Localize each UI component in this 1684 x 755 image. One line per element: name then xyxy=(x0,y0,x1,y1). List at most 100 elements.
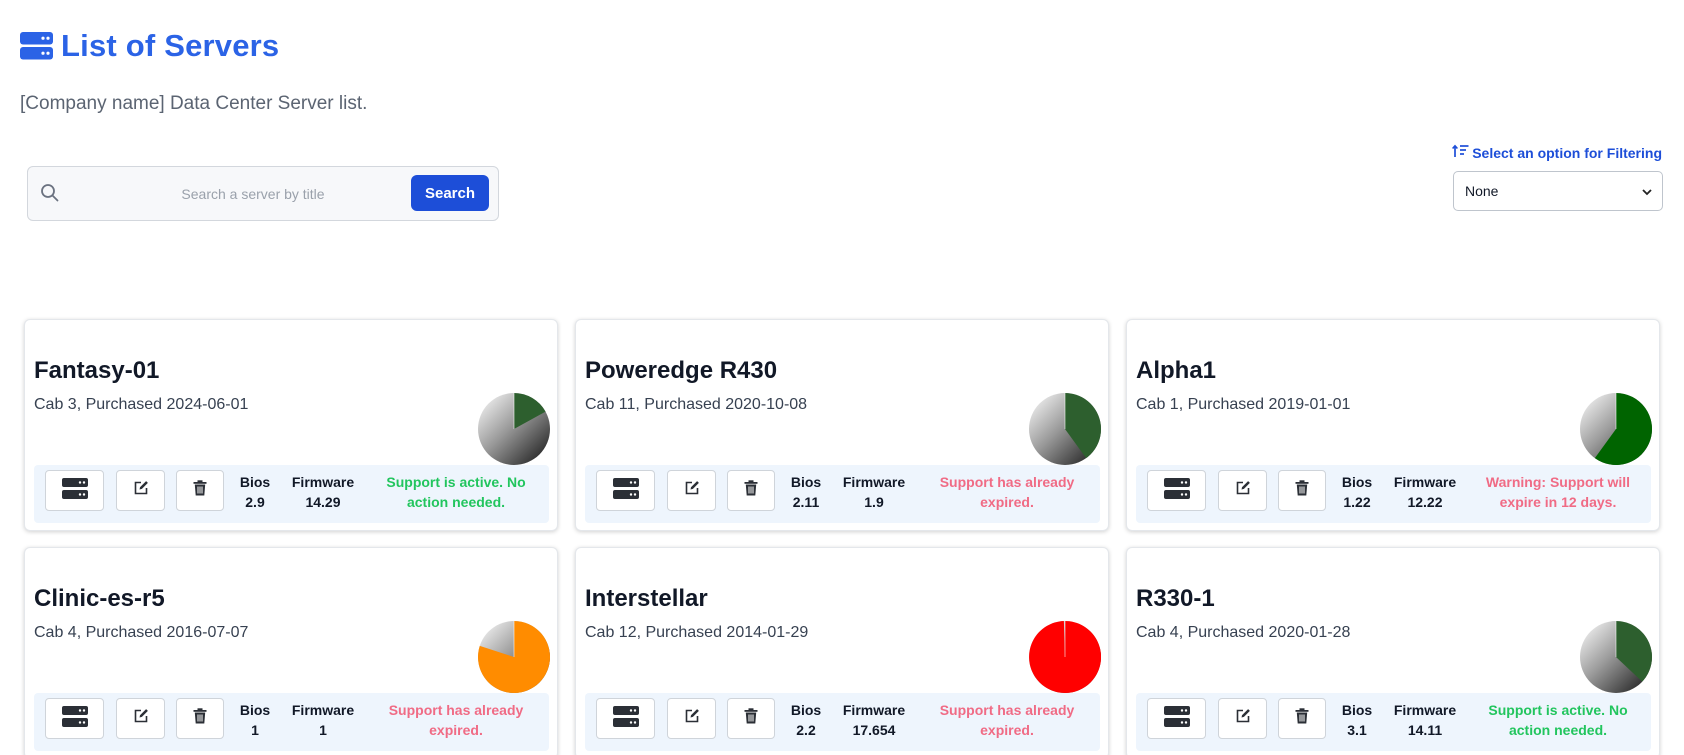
sort-filter-icon xyxy=(1452,144,1469,161)
firmware-label: Firmware xyxy=(842,474,906,490)
bios-info: Bios 1 xyxy=(237,700,273,740)
server-title: Clinic-es-r5 xyxy=(34,585,165,612)
card-footer: Bios 2.9 Firmware 14.29 Support is active. N… xyxy=(34,465,549,523)
bios-value: 2.2 xyxy=(796,722,816,738)
search-input[interactable] xyxy=(74,177,432,211)
support-status: Warning: Support will expire in 12 days. xyxy=(1485,474,1631,510)
bios-info: Bios 3.1 xyxy=(1339,700,1375,740)
support-status: Support has already expired. xyxy=(939,702,1075,738)
server-stack-icon xyxy=(20,32,53,60)
bios-info: Bios 2.2 xyxy=(788,700,824,740)
server-icon xyxy=(61,477,88,504)
firmware-label: Firmware xyxy=(842,702,906,718)
firmware-label: Firmware xyxy=(291,702,355,718)
trash-icon xyxy=(1295,708,1309,729)
edit-icon xyxy=(133,480,149,501)
server-details-button[interactable] xyxy=(1147,470,1206,511)
bios-info: Bios 1.22 xyxy=(1339,472,1375,512)
trash-icon xyxy=(744,708,758,729)
server-title: Fantasy-01 xyxy=(34,357,160,384)
delete-button[interactable] xyxy=(176,470,224,511)
edit-icon xyxy=(133,708,149,729)
firmware-info: Firmware 1 xyxy=(286,700,360,740)
trash-icon xyxy=(193,480,207,501)
server-card: R330-1 Cab 4, Purchased 2020-01-28 Bios 3.1… xyxy=(1126,547,1660,755)
edit-icon xyxy=(684,708,700,729)
page-title: List of Servers xyxy=(61,28,280,63)
server-location: Cab 3, Purchased 2024-06-01 xyxy=(34,396,249,413)
firmware-label: Firmware xyxy=(291,474,355,490)
edit-button[interactable] xyxy=(1218,698,1267,739)
firmware-value: 17.654 xyxy=(852,722,896,738)
delete-button[interactable] xyxy=(727,470,775,511)
delete-button[interactable] xyxy=(1278,470,1326,511)
server-details-button[interactable] xyxy=(1147,698,1206,739)
trash-icon xyxy=(1295,480,1309,501)
filter-label-text: Select an option for Filtering xyxy=(1472,144,1662,161)
server-details-button[interactable] xyxy=(45,698,104,739)
edit-button[interactable] xyxy=(116,470,165,511)
firmware-value: 12.22 xyxy=(1407,494,1443,510)
bios-label: Bios xyxy=(1341,702,1373,718)
server-icon xyxy=(1163,705,1190,732)
server-card: Interstellar Cab 12, Purchased 2014-01-29… xyxy=(575,547,1109,755)
support-pie-icon xyxy=(478,393,550,465)
server-details-button[interactable] xyxy=(596,470,655,511)
firmware-value: 1.9 xyxy=(864,494,884,510)
card-footer: Bios 1 Firmware 1 Support has already expire… xyxy=(34,693,549,751)
server-card: Poweredge R430 Cab 11, Purchased 2020-10-… xyxy=(575,319,1109,531)
server-icon xyxy=(612,705,639,732)
bios-info: Bios 2.11 xyxy=(788,472,824,512)
filter-select[interactable]: None xyxy=(1453,171,1663,211)
edit-button[interactable] xyxy=(667,698,716,739)
bios-value: 3.1 xyxy=(1347,722,1367,738)
edit-icon xyxy=(1235,480,1251,501)
bios-value: 2.9 xyxy=(245,494,265,510)
edit-icon xyxy=(684,480,700,501)
server-title: Alpha1 xyxy=(1136,357,1217,384)
server-location: Cab 1, Purchased 2019-01-01 xyxy=(1136,396,1351,413)
bios-label: Bios xyxy=(239,702,271,718)
support-status: Support has already expired. xyxy=(939,474,1075,510)
bios-label: Bios xyxy=(1341,474,1373,490)
server-title: Interstellar xyxy=(585,585,708,612)
server-details-button[interactable] xyxy=(45,470,104,511)
trash-icon xyxy=(744,480,758,501)
support-pie-icon xyxy=(1580,393,1653,465)
firmware-value: 14.29 xyxy=(305,494,341,510)
server-details-button[interactable] xyxy=(596,698,655,739)
server-location: Cab 4, Purchased 2020-01-28 xyxy=(1136,624,1351,641)
server-icon xyxy=(612,477,639,504)
card-footer: Bios 3.1 Firmware 14.11 Support is active. N… xyxy=(1136,693,1651,751)
server-location: Cab 4, Purchased 2016-07-07 xyxy=(34,624,249,641)
bios-label: Bios xyxy=(790,702,822,718)
edit-icon xyxy=(1235,708,1251,729)
server-location: Cab 11, Purchased 2020-10-08 xyxy=(585,396,808,413)
firmware-label: Firmware xyxy=(1393,474,1457,490)
search-box: Search xyxy=(27,166,499,221)
support-pie-icon xyxy=(1029,620,1102,693)
search-button[interactable]: Search xyxy=(411,175,489,211)
edit-button[interactable] xyxy=(1218,470,1267,511)
support-pie-icon xyxy=(477,621,550,693)
support-status: Support is active. No action needed. xyxy=(1488,702,1628,738)
delete-button[interactable] xyxy=(727,698,775,739)
firmware-label: Firmware xyxy=(1393,702,1457,718)
support-status: Support has already expired. xyxy=(388,702,524,738)
delete-button[interactable] xyxy=(1278,698,1326,739)
delete-button[interactable] xyxy=(176,698,224,739)
bios-value: 1.22 xyxy=(1343,494,1371,510)
server-icon xyxy=(1163,477,1190,504)
card-footer: Bios 2.11 Firmware 1.9 Support has already e… xyxy=(585,465,1100,523)
card-footer: Bios 2.2 Firmware 17.654 Support has already… xyxy=(585,693,1100,751)
filter-select-value: None xyxy=(1465,183,1499,199)
server-location: Cab 12, Purchased 2014-01-29 xyxy=(585,624,809,641)
bios-info: Bios 2.9 xyxy=(237,472,273,512)
card-footer: Bios 1.22 Firmware 12.22 Warning: Support wi… xyxy=(1136,465,1651,523)
trash-icon xyxy=(193,708,207,729)
search-icon xyxy=(40,183,60,208)
bios-label: Bios xyxy=(239,474,271,490)
edit-button[interactable] xyxy=(667,470,716,511)
filter-label: Select an option for Filtering xyxy=(1452,144,1662,161)
edit-button[interactable] xyxy=(116,698,165,739)
